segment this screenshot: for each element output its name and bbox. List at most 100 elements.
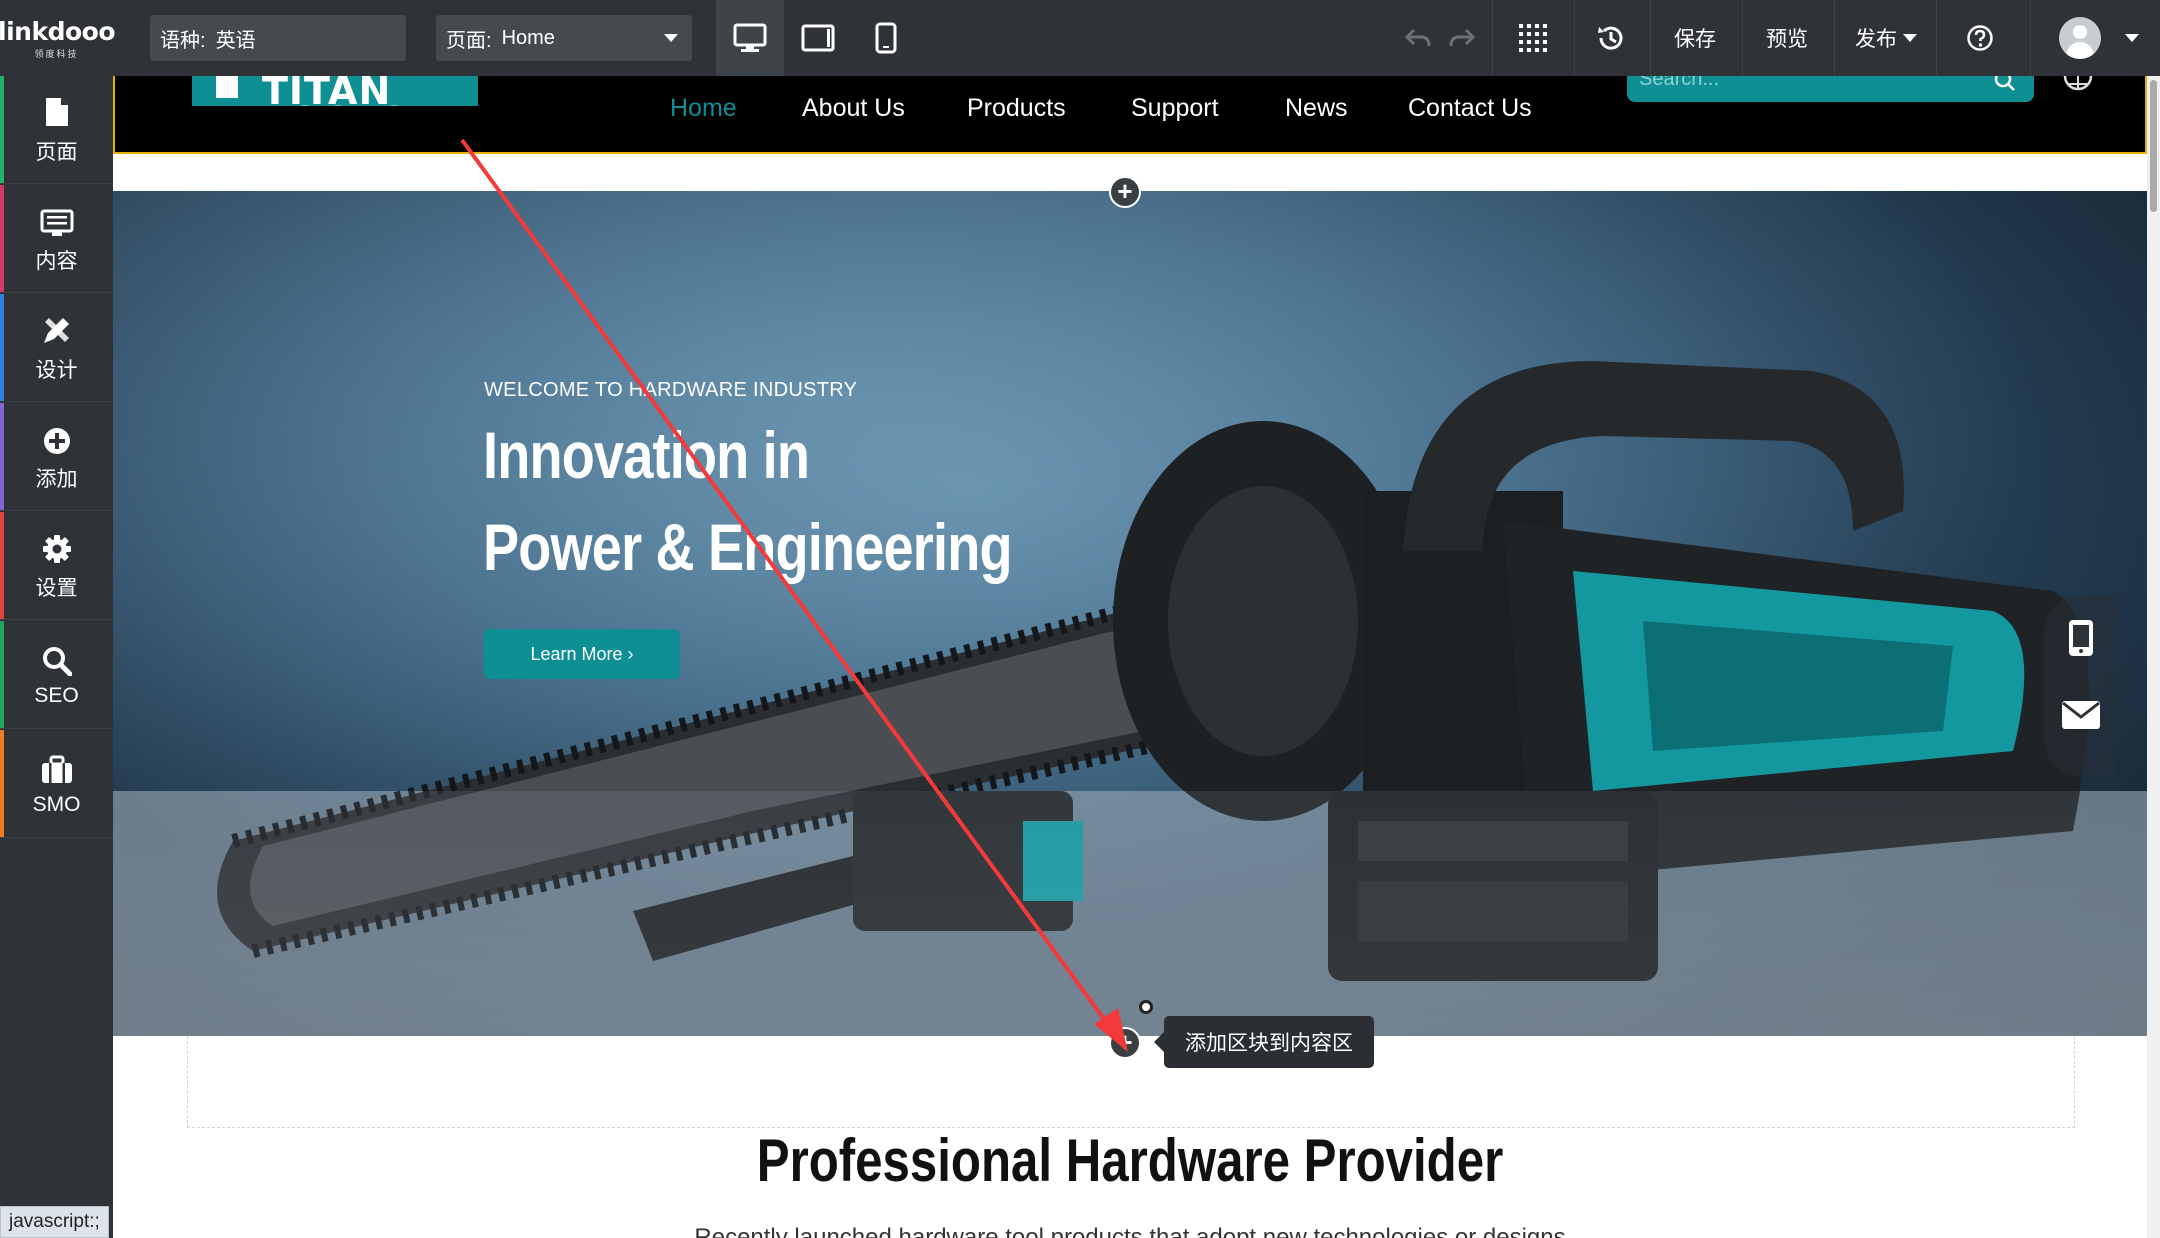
nav-link-news[interactable]: News: [1285, 94, 1348, 123]
search-icon: [42, 646, 72, 676]
toolbar-divider: [1574, 0, 1575, 76]
preview-button[interactable]: 预览: [1744, 0, 1830, 76]
desktop-icon: [733, 23, 767, 52]
avatar-body: [2066, 42, 2094, 59]
site-logo-text: TITAN TOOLS: [262, 76, 408, 106]
left-sidebar: 页面 内容 设计 添加 设置 SEO SMO: [0, 76, 113, 1238]
desktop-view-button[interactable]: [716, 0, 784, 76]
resize-handle[interactable]: [1139, 1000, 1153, 1014]
nav-link-about-us[interactable]: About Us: [802, 94, 905, 123]
hero-banner[interactable]: WELCOME TO HARDWARE INDUSTRY Innovation …: [113, 191, 2147, 1036]
mobile-icon: [875, 22, 897, 54]
sidebar-item-label: 页面: [35, 140, 78, 164]
site-search-placeholder: Search...: [1639, 76, 1720, 90]
hero-floor-shade: [113, 791, 2147, 1036]
help-button[interactable]: [1960, 0, 2000, 76]
toolbar-divider: [1650, 0, 1651, 76]
user-menu-toggle[interactable]: [2120, 0, 2144, 76]
editor-app: linkdooo 领度科技 语种: 英语 页面: Home 保存 预览 发布 页…: [0, 0, 2160, 1238]
brand-name: linkdooo: [0, 16, 115, 46]
language-select-label: 语种:: [160, 29, 206, 52]
sidebar-item-add[interactable]: 添加: [0, 403, 113, 511]
mail-icon[interactable]: [2061, 700, 2101, 730]
mobile-icon[interactable]: [2067, 618, 2095, 658]
caret-down-icon: [2125, 34, 2139, 42]
nav-link-home[interactable]: Home: [670, 94, 737, 123]
sidebar-item-page[interactable]: 页面: [0, 76, 113, 184]
hero-title-line2: Power & Engineering: [483, 510, 1013, 584]
sidebar-item-label: SEO: [34, 683, 79, 707]
redo-button[interactable]: [1442, 0, 1482, 76]
sidebar-item-label: 内容: [35, 249, 78, 273]
page-select[interactable]: 页面: Home: [436, 15, 692, 61]
sidebar-item-label: 设置: [35, 576, 78, 600]
page-icon: [45, 97, 68, 126]
browser-status-tip: javascript:;: [0, 1206, 109, 1238]
design-icon: [43, 317, 69, 343]
sidebar-accent-bar: [0, 621, 4, 728]
add-section-button[interactable]: +: [1109, 176, 1141, 208]
undo-icon: [1405, 28, 1431, 47]
sidebar-item-label: SMO: [32, 792, 81, 816]
canvas-scrollbar-track[interactable]: [2147, 76, 2160, 1238]
app-logo[interactable]: linkdooo 领度科技: [0, 0, 115, 76]
save-button[interactable]: 保存: [1652, 0, 1738, 76]
add-block-tooltip: 添加区块到内容区: [1154, 1016, 1374, 1068]
caret-down-icon: [1903, 34, 1917, 42]
sidebar-accent-bar: [0, 403, 4, 510]
language-select-value: 英语: [215, 29, 256, 52]
plus-icon: +: [1117, 1026, 1133, 1057]
learn-more-button[interactable]: Learn More ›: [484, 629, 680, 679]
tablet-icon: [801, 24, 835, 52]
nav-link-contact-us[interactable]: Contact Us: [1408, 94, 1532, 123]
canvas-scrollbar-thumb[interactable]: [2150, 80, 2157, 212]
sidebar-accent-bar: [0, 512, 4, 619]
language-select[interactable]: 语种: 英语: [150, 15, 406, 61]
publish-button[interactable]: 发布: [1836, 0, 1936, 76]
sidebar-item-design[interactable]: 设计: [0, 294, 113, 402]
content-icon: [40, 209, 73, 236]
sidebar-item-label: 添加: [35, 467, 78, 491]
nav-link-products[interactable]: Products: [967, 94, 1066, 123]
add-icon: [43, 427, 70, 454]
sidebar-item-smo[interactable]: SMO: [0, 730, 113, 838]
site-search-input[interactable]: Search...: [1627, 76, 2034, 102]
sidebar-item-seo[interactable]: SEO: [0, 621, 113, 729]
chevron-down-icon: [664, 34, 678, 42]
section-subtitle: Recently launched hardware tool products…: [694, 1224, 1566, 1238]
floating-contact-bar: [2044, 596, 2116, 776]
tablet-view-button[interactable]: [784, 0, 852, 76]
site-header[interactable]: TITAN TOOLS Home About Us Products Suppo…: [113, 76, 2147, 154]
grid-icon: [1519, 24, 1547, 52]
help-icon: [1967, 25, 1993, 51]
redo-icon: [1449, 28, 1475, 47]
toolbar-divider: [1742, 0, 1743, 76]
page-select-label: 页面:: [446, 29, 492, 52]
add-block-button[interactable]: +: [1109, 1027, 1141, 1059]
toolbar-divider: [2030, 0, 2031, 76]
globe-icon[interactable]: [2063, 76, 2093, 94]
grid-toggle-button[interactable]: [1508, 0, 1558, 76]
briefcase-icon: [41, 755, 72, 783]
editor-canvas[interactable]: WELCOME TO HARDWARE INDUSTRY Innovation …: [113, 76, 2147, 1238]
settings-icon: [42, 534, 71, 563]
user-avatar[interactable]: [2059, 17, 2101, 59]
toolbar-divider: [1492, 0, 1493, 76]
hero-title-line1: Innovation in: [483, 418, 810, 492]
sidebar-accent-bar: [0, 76, 4, 183]
history-button[interactable]: [1586, 0, 1636, 76]
mobile-view-button[interactable]: [852, 0, 920, 76]
top-toolbar: linkdooo 领度科技 语种: 英语 页面: Home 保存 预览 发布: [0, 0, 2160, 76]
sidebar-item-content[interactable]: 内容: [0, 185, 113, 293]
site-logo[interactable]: TITAN TOOLS: [192, 76, 478, 106]
plus-icon: +: [1117, 175, 1133, 206]
nav-link-support[interactable]: Support: [1131, 94, 1219, 123]
sidebar-item-settings[interactable]: 设置: [0, 512, 113, 620]
toolbar-divider: [1936, 0, 1937, 76]
search-icon: [1994, 76, 2015, 91]
avatar-head: [2073, 25, 2087, 39]
sidebar-accent-bar: [0, 730, 4, 837]
undo-button[interactable]: [1398, 0, 1438, 76]
hero-kicker: WELCOME TO HARDWARE INDUSTRY: [484, 379, 858, 401]
toolbar-divider: [1834, 0, 1835, 76]
